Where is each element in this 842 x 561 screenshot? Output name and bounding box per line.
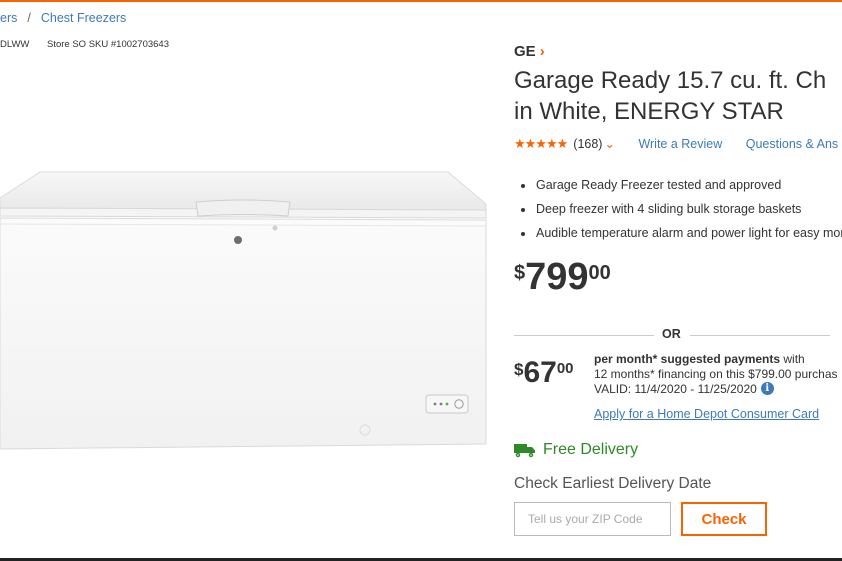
feature-bullet: Audible temperature alarm and power ligh… — [535, 221, 842, 245]
price-currency: $ — [514, 262, 526, 284]
product-title: Garage Ready 15.7 cu. ft. Ch in White, E… — [514, 65, 842, 127]
chevron-right-icon: › — [539, 43, 545, 60]
free-delivery: Free Delivery — [514, 441, 638, 459]
chevron-down-icon[interactable]: ⌄ — [604, 137, 614, 151]
monthly-dollars: 67 — [523, 356, 557, 389]
breadcrumb-separator: / — [27, 11, 31, 25]
financing-validity: VALID: 11/4/2020 - 11/25/2020 — [594, 382, 757, 396]
financing-headline: per month* suggested payments — [594, 352, 781, 366]
brand-link[interactable]: GE › — [514, 43, 545, 60]
product-title-line-1: Garage Ready 15.7 cu. ft. Ch — [514, 67, 827, 94]
divider-line — [514, 335, 654, 336]
price-dollars: 799 — [525, 256, 589, 298]
write-review-link[interactable]: Write a Review — [638, 137, 722, 151]
monthly-cents: 00 — [556, 360, 574, 377]
feature-bullet: Deep freezer with 4 sliding bulk storage… — [535, 197, 842, 221]
feature-bullet: Garage Ready Freezer tested and approved — [535, 173, 842, 197]
breadcrumb-link-previous[interactable]: ers — [0, 11, 17, 25]
brand-name[interactable]: GE — [514, 43, 536, 60]
check-delivery-label: Check Earliest Delivery Date — [514, 475, 712, 492]
financing-headline-suffix: with — [780, 352, 805, 366]
star-rating[interactable]: ★★★★★ — [514, 136, 568, 151]
apply-consumer-card-link[interactable]: Apply for a Home Depot Consumer Card — [594, 407, 819, 421]
questions-answers-link[interactable]: Questions & Ans — [746, 137, 838, 151]
zip-code-input[interactable] — [514, 502, 671, 536]
review-count[interactable]: (168) — [573, 137, 602, 151]
breadcrumb: ers / Chest Freezers — [0, 11, 126, 25]
model-number: DLWW — [0, 39, 30, 50]
divider-line — [690, 335, 830, 336]
monthly-payment-price: $6700 — [514, 356, 574, 390]
check-delivery-button[interactable]: Check — [681, 502, 767, 536]
rating-row: ★★★★★ (168) ⌄ Write a Review Questions & A… — [514, 136, 838, 152]
product-price: $79900 — [514, 256, 611, 299]
feature-bullets: Garage Ready Freezer tested and approved… — [517, 173, 842, 245]
or-label: OR — [662, 327, 681, 341]
financing-terms: 12 months* financing on this $799.00 pur… — [594, 367, 838, 381]
product-image-chest-freezer[interactable] — [0, 168, 490, 453]
product-title-line-2: in White, ENERGY STAR — [514, 98, 784, 125]
or-divider: OR — [514, 327, 830, 343]
top-accent-bar — [0, 0, 842, 2]
free-delivery-label: Free Delivery — [543, 441, 639, 458]
breadcrumb-link-chest-freezers[interactable]: Chest Freezers — [41, 11, 126, 25]
info-icon[interactable]: i — [760, 382, 774, 395]
store-sku: Store SO SKU #1002703643 — [47, 39, 170, 50]
price-cents: 00 — [588, 262, 611, 284]
truck-icon — [514, 444, 535, 458]
monthly-currency: $ — [514, 360, 524, 379]
financing-details: per month* suggested payments with 12 mo… — [594, 352, 838, 397]
